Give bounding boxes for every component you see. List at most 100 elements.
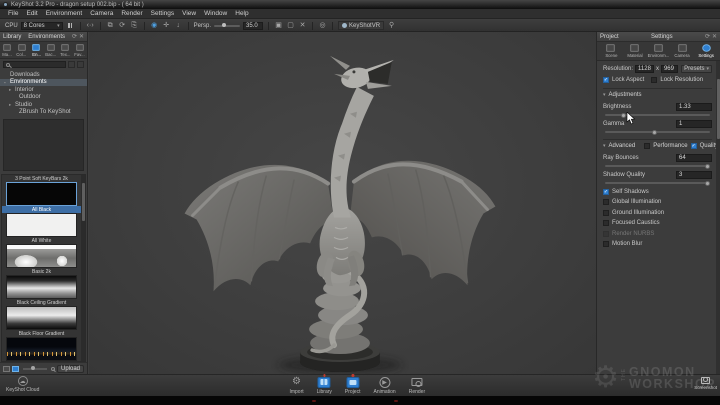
env-thumbnail — [6, 244, 77, 268]
close-icon[interactable]: ✕ — [79, 33, 84, 40]
global-illumination-checkbox[interactable] — [603, 199, 609, 205]
tumble-tool-icon[interactable]: ◉ — [150, 22, 159, 30]
search-input[interactable] — [3, 61, 66, 68]
keyshotvr-button[interactable]: KeyShotVR — [338, 21, 384, 30]
close-icon[interactable]: ✕ — [712, 33, 717, 40]
tab-environments[interactable]: En... — [29, 42, 44, 58]
gamma-field[interactable]: 1 — [676, 120, 712, 128]
tab-camera[interactable]: Camera — [670, 42, 694, 60]
nav-render[interactable]: Render — [409, 376, 425, 395]
lock-aspect-checkbox[interactable]: ✓ — [603, 77, 609, 83]
list-item-selected[interactable]: All Black — [2, 182, 81, 213]
list-view-icon[interactable] — [3, 366, 10, 372]
adjustments-section-header[interactable]: ▾ Adjustments — [603, 88, 712, 100]
tab-backplates[interactable]: Bac... — [44, 42, 59, 58]
refresh-icon[interactable]: ⟳ — [72, 33, 77, 40]
camera-icon — [678, 44, 687, 52]
motion-blur-checkbox[interactable] — [603, 241, 609, 247]
list-item[interactable]: Black Floor Gradient — [2, 306, 81, 337]
copy-icon[interactable]: ⎘ — [130, 22, 139, 30]
gamma-slider[interactable] — [605, 131, 710, 133]
keyshot-cloud-button[interactable]: ☁ KeyShot Cloud — [6, 376, 39, 393]
tab-environment[interactable]: Environm... — [647, 42, 671, 60]
list-scrollbar[interactable] — [81, 175, 85, 361]
menu-view[interactable]: View — [178, 10, 200, 17]
help-icon[interactable]: ◎ — [318, 22, 327, 30]
ray-bounces-field[interactable]: 64 — [676, 154, 712, 162]
rotate-tool-icon[interactable]: ⟳ — [118, 22, 127, 30]
expand-icon: ▸ — [9, 87, 13, 93]
pan-tool-icon[interactable]: ✛ — [162, 22, 171, 30]
grid-view-icon[interactable] — [12, 366, 19, 372]
list-item[interactable] — [2, 337, 81, 362]
move-tool-icon[interactable]: ⧉ — [106, 22, 115, 30]
brightness-field[interactable]: 1.33 — [676, 103, 712, 111]
tab-material[interactable]: Material — [623, 42, 647, 60]
lock-resolution-checkbox[interactable] — [651, 77, 657, 83]
screenshot-button[interactable]: Screenshot — [694, 377, 717, 390]
resolution-width-field[interactable]: 1128 — [635, 65, 654, 73]
tab-favorites[interactable]: Fav... — [73, 42, 88, 58]
menu-camera[interactable]: Camera — [86, 10, 117, 17]
menu-environment[interactable]: Environment — [42, 10, 87, 17]
list-item[interactable]: All White — [2, 213, 81, 244]
pause-region-icon[interactable]: ▢ — [286, 22, 295, 30]
tab-textures[interactable]: Tex... — [58, 42, 73, 58]
shadow-quality-field[interactable]: 3 — [676, 171, 712, 179]
region-render-icon[interactable]: ▣ — [274, 22, 283, 30]
nav-project[interactable]: Project — [345, 376, 361, 395]
list-item[interactable]: Basic 2k — [2, 244, 81, 275]
sort-button[interactable] — [77, 61, 84, 68]
tree-item-outdoor[interactable]: Outdoor — [0, 94, 87, 102]
undo-icon[interactable]: ‹·› — [86, 22, 95, 30]
tab-settings[interactable]: Settings — [694, 42, 718, 60]
shadow-quality-slider[interactable] — [605, 182, 710, 184]
nav-import[interactable]: ⚙ Import — [289, 376, 303, 395]
focal-length-field[interactable]: 35.0 — [243, 22, 263, 30]
realtime-viewport[interactable] — [89, 32, 596, 374]
tab-materials[interactable]: Ma... — [0, 42, 15, 58]
perspective-slider[interactable] — [214, 25, 240, 27]
advanced-section-header[interactable]: ▾ Advanced Performance ✓ Quality — [603, 139, 712, 151]
nav-library[interactable]: Library — [317, 376, 332, 395]
filter-button[interactable] — [68, 61, 75, 68]
pause-button[interactable] — [66, 22, 75, 30]
project-tabs: Scene Material Environm... Camera Settin… — [597, 42, 720, 61]
upload-button[interactable]: Upload — [57, 365, 84, 373]
zoom-icon[interactable] — [51, 367, 55, 371]
menu-help[interactable]: Help — [231, 10, 252, 17]
list-item[interactable]: 3 Point Soft KeyBars 2k — [2, 175, 81, 182]
list-item[interactable]: Black Ceiling Gradient — [2, 275, 81, 306]
colors-icon — [18, 44, 26, 51]
panel-scrollbar[interactable] — [716, 61, 720, 374]
fullscreen-icon[interactable]: ✕ — [298, 22, 307, 30]
resolution-height-field[interactable]: 969 — [661, 65, 678, 73]
self-shadows-checkbox[interactable]: ✓ — [603, 189, 609, 195]
tree-item-studio[interactable]: ▸ Studio — [0, 101, 87, 109]
ray-bounces-slider[interactable] — [605, 165, 710, 167]
menu-settings[interactable]: Settings — [147, 10, 179, 17]
app-icon — [3, 2, 8, 7]
quality-checkbox[interactable]: ✓ — [691, 143, 697, 149]
ground-illumination-checkbox[interactable] — [603, 210, 609, 216]
cores-dropdown[interactable]: 8 Cores ▾ — [21, 22, 63, 30]
focused-caustics-checkbox[interactable] — [603, 220, 609, 226]
tree-item-zbrush[interactable]: ZBrush To KeyShot — [0, 109, 87, 117]
dolly-tool-icon[interactable]: ↓ — [174, 22, 183, 30]
performance-checkbox[interactable] — [644, 143, 650, 149]
thumbnail-size-slider[interactable] — [23, 368, 47, 370]
menu-render[interactable]: Render — [117, 10, 146, 17]
nav-animation[interactable]: ▶ Animation — [373, 376, 395, 395]
refresh-icon[interactable]: ⟳ — [705, 33, 710, 40]
menu-file[interactable]: File — [4, 10, 22, 17]
tab-scene[interactable]: Scene — [599, 42, 623, 60]
brightness-slider[interactable] — [605, 114, 710, 116]
tab-colors[interactable]: Col... — [15, 42, 30, 58]
menu-edit[interactable]: Edit — [22, 10, 41, 17]
presets-dropdown[interactable]: Presets ▾ — [681, 65, 712, 73]
tree-item-downloads[interactable]: Downloads — [0, 71, 87, 79]
user-icon[interactable]: ⚲ — [387, 22, 396, 30]
tree-item-environments[interactable]: ▪ Environments — [0, 79, 87, 87]
menu-window[interactable]: Window — [200, 10, 231, 17]
tree-item-interior[interactable]: ▸ Interior — [0, 86, 87, 94]
